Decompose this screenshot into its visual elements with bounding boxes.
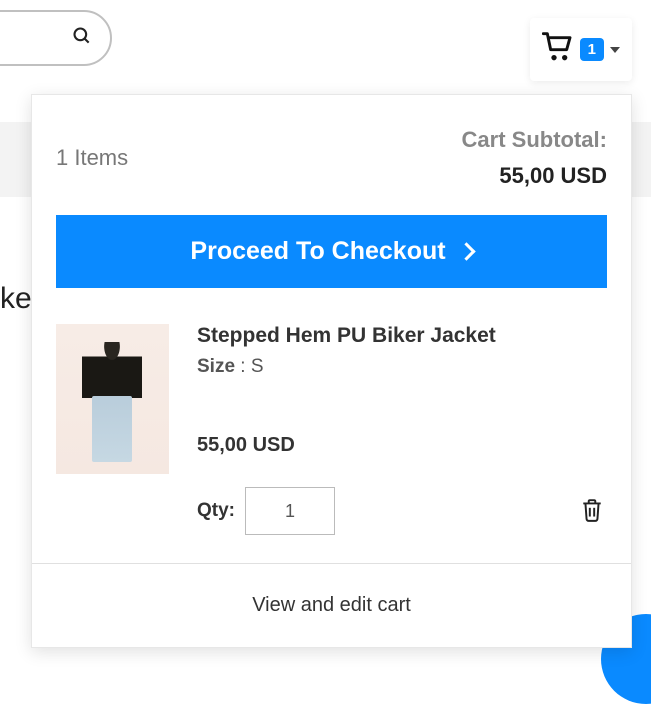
product-price: 55,00 USD	[197, 434, 607, 457]
size-separator: :	[235, 356, 251, 377]
subtotal-amount: 55,00 USD	[499, 163, 607, 188]
qty-group: Qty:	[197, 487, 335, 535]
qty-input[interactable]	[245, 487, 335, 535]
item-details: Stepped Hem PU Biker Jacket Size : S 55,…	[197, 324, 607, 535]
cart-item: Stepped Hem PU Biker Jacket Size : S 55,…	[56, 324, 607, 563]
search-icon	[72, 26, 92, 51]
product-size: Size : S	[197, 356, 607, 378]
checkout-label: Proceed To Checkout	[190, 237, 445, 266]
qty-label: Qty:	[197, 500, 235, 522]
cart-header: 1 Items Cart Subtotal: 55,00 USD	[56, 95, 607, 215]
cart-icon	[542, 32, 574, 67]
chevron-right-icon	[457, 242, 475, 260]
view-edit-cart-link[interactable]: View and edit cart	[252, 594, 411, 616]
cart-footer: View and edit cart	[32, 563, 631, 647]
trash-icon	[581, 510, 603, 525]
mini-cart-trigger[interactable]: 1	[530, 18, 632, 81]
cart-subtotal: Cart Subtotal: 55,00 USD	[462, 127, 607, 189]
search-box[interactable]	[0, 10, 112, 66]
remove-item-button[interactable]	[577, 494, 607, 529]
chevron-down-icon	[610, 47, 620, 53]
truncated-page-text: ke	[0, 282, 32, 316]
proceed-to-checkout-button[interactable]: Proceed To Checkout	[56, 215, 607, 288]
size-label: Size	[197, 356, 235, 377]
mini-cart-dropdown: 1 Items Cart Subtotal: 55,00 USD Proceed…	[31, 94, 632, 648]
product-name[interactable]: Stepped Hem PU Biker Jacket	[197, 324, 607, 348]
qty-row: Qty:	[197, 487, 607, 535]
cart-count-badge: 1	[580, 38, 604, 61]
cart-items-count: 1 Items	[56, 145, 128, 171]
product-thumbnail[interactable]	[56, 324, 169, 474]
size-value: S	[251, 356, 264, 377]
subtotal-label: Cart Subtotal:	[462, 127, 607, 153]
